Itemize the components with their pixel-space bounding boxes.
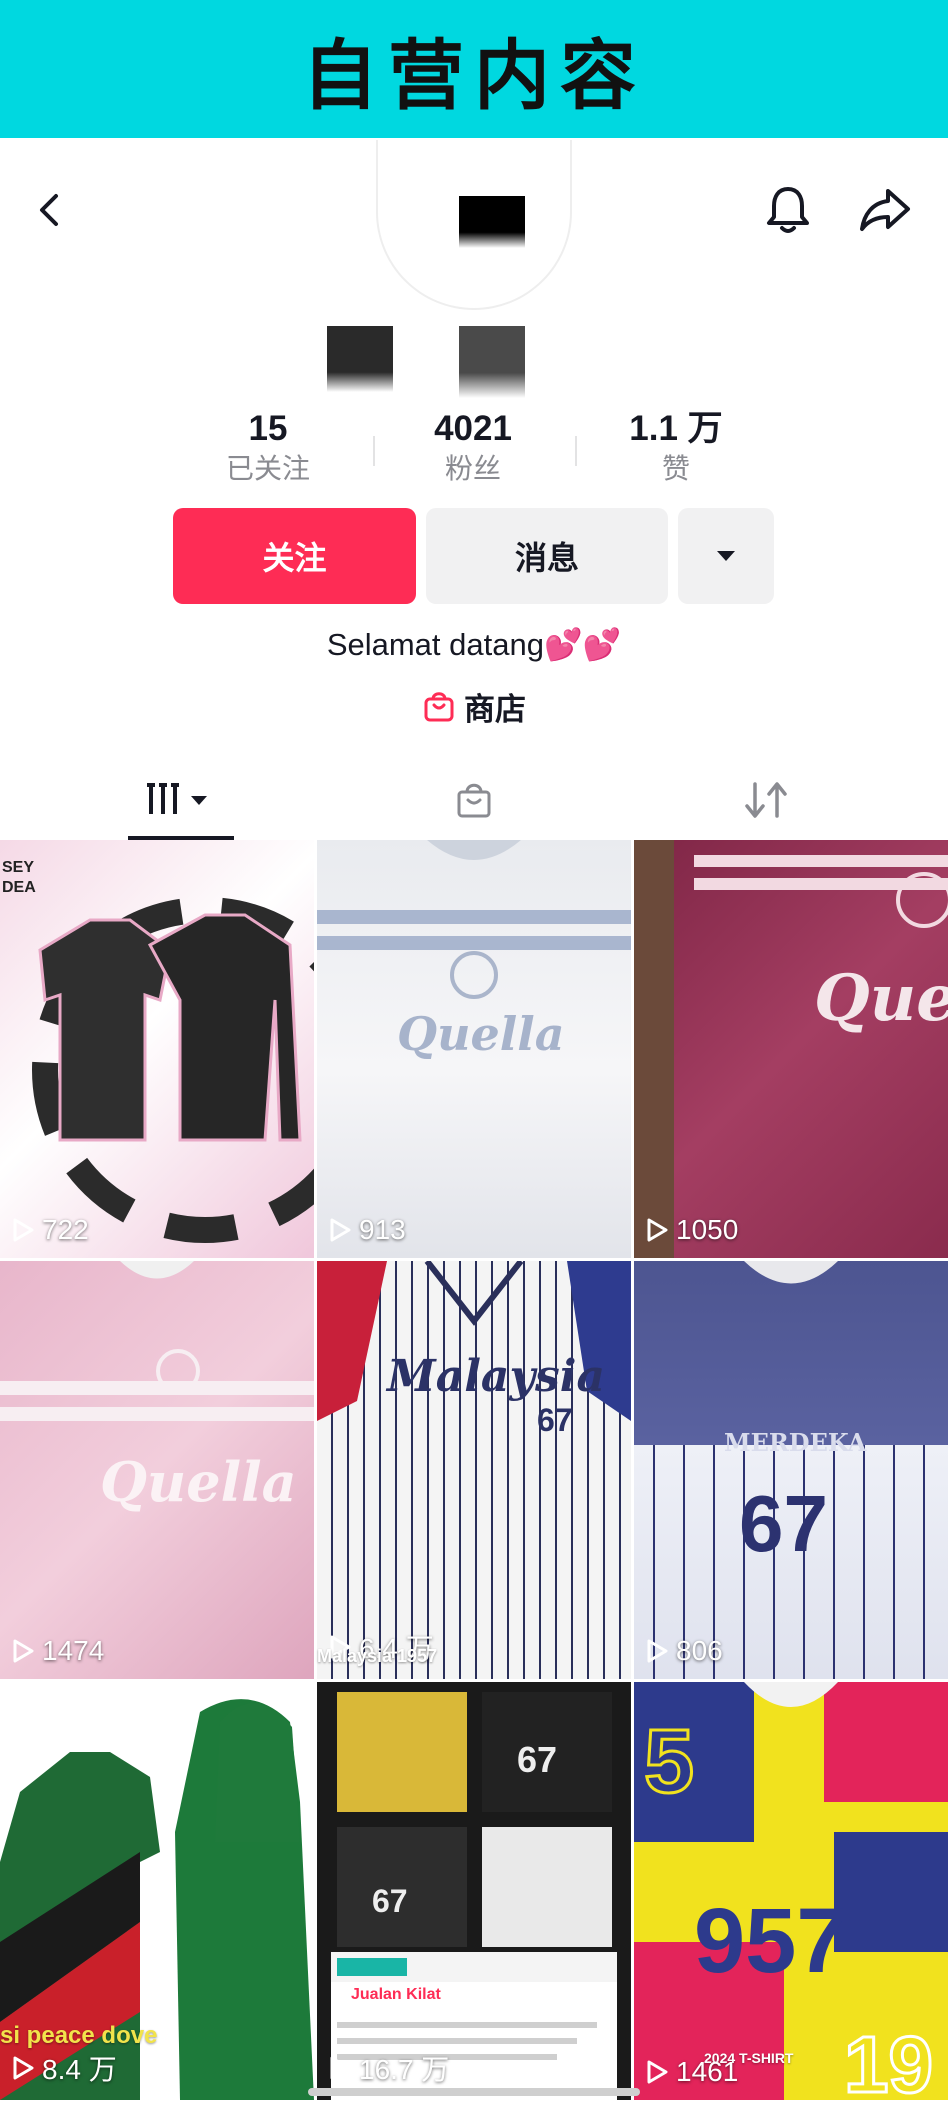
share-button[interactable] [855,180,915,240]
shopping-bag-icon [424,692,454,722]
more-options-button[interactable] [678,508,774,604]
following-stat[interactable]: 15 已关注 [178,408,358,488]
svg-text:67: 67 [537,1402,573,1438]
caret-down-icon [717,551,735,561]
profile-bio: Selamat datang💕💕 [326,627,622,662]
play-icon [13,2056,34,2080]
jersey-image: Quella [0,1261,314,1514]
followers-count: 4021 [434,409,512,448]
play-icon [13,1218,34,1242]
bell-icon [767,187,809,233]
svg-text:DEA: DEA [2,879,36,896]
video-thumbnail[interactable]: Quel 1050 [634,840,948,1258]
avatar[interactable] [459,196,525,248]
svg-text:19: 19 [844,2020,933,2100]
shopping-bag-icon [457,783,491,818]
svg-text:SEY: SEY [2,859,34,876]
profile-name-redacted [327,326,393,392]
svg-text:Quella: Quella [397,1007,565,1061]
jersey-image: 5 957 19 [634,1682,948,2100]
followers-label: 粉丝 [444,453,501,484]
video-caption: Malaysia 1957 [317,1646,438,1666]
svg-text:Quella: Quella [100,1450,297,1514]
play-icon [647,1218,668,1242]
play-icon [647,1639,668,1663]
video-thumbnail[interactable]: SEY DEA 722 [0,840,314,1258]
video-thumbnail[interactable]: Malaysia 67 6.4 万 [317,1261,631,1679]
view-count: 1461 [646,2056,738,2088]
likes-count: 1.1 万 [629,409,723,448]
follow-button[interactable]: 关注 [173,508,416,604]
jersey-image: Malaysia 67 [317,1261,631,1438]
video-thumbnail[interactable]: 67 67 Jualan Kilat 16.7 万 [317,1682,631,2100]
profile-tabs [0,760,948,840]
view-count: 722 [12,1214,89,1246]
jersey-image: MERDEKA 67 [653,1261,925,1679]
video-caption: si peace dove [0,2022,158,2049]
profile-stats: 15 已关注 4021 粉丝 1.1 万 赞 [0,408,948,498]
likes-label: 赞 [661,453,690,484]
video-caption: Jualan Kilat [351,1986,441,2003]
view-count: 806 [646,1635,723,1667]
view-count: 16.7 万 [329,2048,449,2088]
grid-bars-icon [147,783,207,814]
svg-text:Quel: Quel [814,961,948,1036]
back-button[interactable] [20,180,80,240]
jersey-image: Quella [317,840,631,1061]
chevron-left-icon [40,194,58,226]
repost-icon [745,782,787,818]
play-icon [647,2060,668,2084]
play-icon [330,1218,351,1242]
svg-text:Malaysia: Malaysia [385,1351,605,1402]
message-button[interactable]: 消息 [426,508,668,604]
top-banner: 自营内容 [0,0,948,138]
jersey-image: Quel [634,840,948,1258]
stat-divider [373,436,375,466]
video-thumbnail[interactable]: Quella 913 [317,840,631,1258]
svg-text:67: 67 [517,1739,557,1780]
following-label: 已关注 [225,453,310,484]
video-thumbnail[interactable]: si peace dove 8.4 万 [0,1682,314,2100]
shop-label: 商店 [464,691,526,727]
svg-text:67: 67 [739,1479,828,1568]
video-thumbnail[interactable]: MERDEKA 67 806 [634,1261,948,1679]
video-thumbnail[interactable]: Quella 1474 [0,1261,314,1679]
view-count: 1050 [646,1214,738,1246]
likes-stat[interactable]: 1.1 万 赞 [586,408,766,488]
tab-reposts[interactable] [722,760,810,840]
svg-text:67: 67 [372,1883,408,1919]
tab-videos[interactable] [128,760,234,840]
svg-text:MERDEKA: MERDEKA [724,1428,867,1457]
jersey-image: 67 67 [331,1692,617,2100]
notification-bell-button[interactable] [758,180,818,240]
play-icon [13,1639,34,1663]
tab-shop[interactable] [430,760,518,840]
play-icon [330,2056,351,2080]
shop-link[interactable]: 商店 [422,684,526,728]
video-thumbnail[interactable]: 5 957 19 2024 T-SHIRT 1461 [634,1682,948,2100]
view-count: 8.4 万 [12,2048,117,2088]
svg-text:5: 5 [644,1712,694,1812]
jersey-image: SEY DEA [2,859,314,1243]
profile-handle-redacted [459,326,525,398]
followers-stat[interactable]: 4021 粉丝 [383,408,563,488]
view-count: 1474 [12,1635,104,1667]
banner-title: 自营内容 [302,31,646,120]
svg-text:957: 957 [694,1890,848,1992]
view-count: 913 [329,1214,406,1246]
stat-divider [575,436,577,466]
share-arrow-icon [860,189,910,231]
scrollbar[interactable] [308,2088,640,2096]
following-count: 15 [248,409,288,448]
